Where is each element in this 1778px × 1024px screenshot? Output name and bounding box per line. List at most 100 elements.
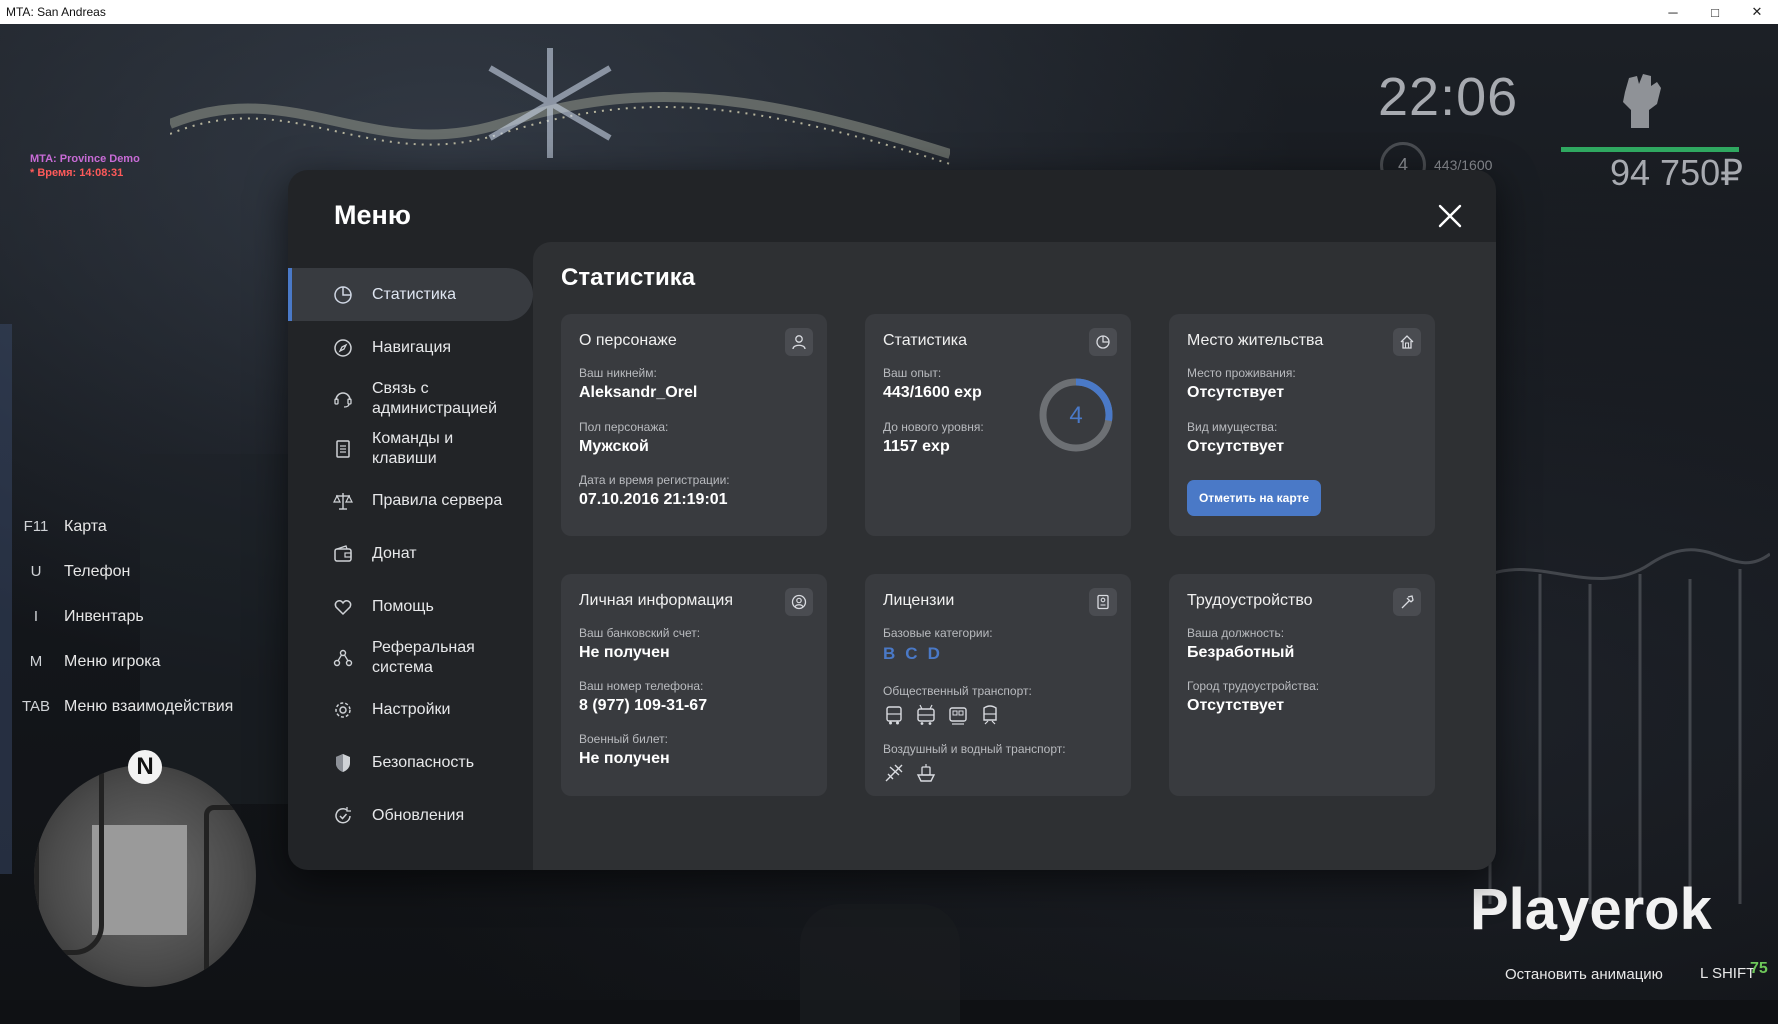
field-base-categories: Базовые категории: BCD — [883, 626, 993, 664]
card-character: О персонаже Ваш никнейм: Aleksandr_Orel … — [561, 314, 827, 536]
field-air-water-transport: Воздушный и водный транспорт: — [883, 742, 1066, 784]
keybind-list: F11 Карта U Телефон I Инвентарь M Меню игрока TA… — [16, 504, 233, 729]
mark-on-map-button[interactable]: Отметить на карте — [1187, 480, 1321, 516]
nav-item-2[interactable]: Навигация — [288, 321, 533, 374]
nav-item-label: Настройки — [372, 700, 451, 718]
headset-icon — [334, 392, 352, 408]
license-category-d: D — [927, 644, 940, 663]
radar-road — [34, 765, 104, 955]
license-categories: BCD — [883, 644, 993, 664]
card-title: Статистика — [883, 332, 968, 349]
keybind-key: I — [33, 608, 39, 625]
nav-item-6[interactable]: Донат — [288, 527, 533, 580]
nav-item-7[interactable]: Помощь — [288, 580, 533, 633]
keybind-key: M — [29, 653, 43, 670]
shield-icon — [336, 753, 350, 772]
field-nickname: Ваш никнейм: Aleksandr_Orel — [579, 366, 697, 402]
nav-item-10[interactable]: Безопасность — [288, 736, 533, 789]
scales-icon — [333, 492, 353, 510]
nav-item-11[interactable]: Обновления — [288, 789, 533, 842]
field-value: Не получен — [579, 644, 670, 661]
bus-icon — [886, 706, 902, 725]
menu-title: Меню — [334, 200, 411, 230]
wallet-icon — [334, 544, 352, 562]
field-value: Отсутствует — [1187, 697, 1285, 714]
field-label: Общественный транспорт: — [883, 684, 1032, 698]
keybind-row: F11 Карта — [16, 504, 233, 549]
field-label: Место проживания: — [1187, 366, 1296, 380]
server-time: * Время: 14:08:31 — [30, 167, 124, 179]
airplane-icon — [885, 764, 903, 782]
user-circle-icon — [785, 588, 813, 616]
pie-chart-icon — [334, 285, 352, 304]
tram-icon — [949, 707, 967, 725]
home-icon — [1393, 328, 1421, 356]
compass-icon — [334, 338, 352, 357]
field-place: Место проживания: Отсутствует — [1187, 366, 1296, 402]
pie-chart-icon — [1089, 328, 1117, 356]
field-value: 443/1600 exp — [883, 384, 982, 401]
field-value: 1157 exp — [883, 438, 950, 455]
server-info: MTA: Province Demo * Время: 14:08:31 — [30, 152, 140, 180]
field-label: Ваш никнейм: — [579, 366, 657, 380]
minimize-button[interactable]: ─ — [1652, 0, 1694, 24]
ship-icon — [916, 764, 936, 782]
nav-item-label: Статистика — [372, 285, 457, 303]
gear-icon — [335, 701, 351, 718]
field-value: 07.10.2016 21:19:01 — [579, 491, 728, 508]
nav-item-label: Донат — [372, 544, 417, 562]
nav-item-label: Реферальная система — [372, 639, 475, 676]
heart-hand-icon — [334, 599, 352, 615]
license-card-icon — [1089, 588, 1117, 616]
field-label: Ваш опыт: — [883, 366, 942, 380]
card-title: Личная информация — [579, 592, 734, 609]
keybind-row: M Меню игрока — [16, 639, 233, 684]
field-military: Военный билет: Не получен — [579, 732, 670, 768]
field-label: Воздушный и водный транспорт: — [883, 742, 1066, 756]
nav-item-label: Навигация — [372, 338, 452, 356]
field-value: Отсутствует — [1187, 384, 1285, 401]
nav-item-4[interactable]: Команды и клавиши — [288, 424, 533, 474]
keybind-row: U Телефон — [16, 549, 233, 594]
field-label: Город трудоустройства: — [1187, 679, 1320, 693]
card-title: Лицензии — [883, 592, 955, 609]
window-titlebar: MTA: San Andreas ─ □ ✕ — [0, 0, 1778, 25]
maximize-button[interactable]: □ — [1694, 0, 1736, 24]
stop-animation-hint: Остановить анимацию — [1505, 966, 1663, 983]
field-value: Aleksandr_Orel — [579, 384, 698, 401]
public-transport-icons — [883, 704, 1032, 726]
nav-item-label: Связь с администрацией — [372, 380, 498, 417]
license-category-c: C — [905, 644, 918, 663]
card-title: Место жительства — [1187, 332, 1324, 349]
hud-money: 94 750₽ — [1610, 152, 1744, 193]
card-title: Трудоустройство — [1187, 592, 1313, 609]
nav-item-9[interactable]: Настройки — [288, 683, 533, 736]
hud-clock: 22:06 — [1378, 67, 1519, 127]
field-value: 8 (977) 109-31-67 — [579, 697, 708, 714]
keybind-label: Меню взаимодействия — [64, 697, 234, 715]
nav-item-8[interactable]: Реферальная система — [288, 633, 533, 683]
nav-item-label: Обновления — [372, 806, 465, 824]
radar-minimap — [34, 765, 256, 987]
field-label: Базовые категории: — [883, 626, 993, 640]
scene-edge-glow — [0, 324, 12, 874]
field-label: Дата и время регистрации: — [579, 473, 730, 487]
nav-item-1[interactable]: Статистика — [288, 268, 533, 321]
menu-nav: Статистика Навигация Связь с администрацие… — [288, 268, 533, 842]
field-registration: Дата и время регистрации: 07.10.2016 21:… — [579, 473, 730, 509]
nav-item-5[interactable]: Правила сервера — [288, 474, 533, 527]
close-icon[interactable] — [1436, 202, 1464, 230]
window-title: MTA: San Andreas — [6, 5, 106, 19]
nav-item-label: Команды и клавиши — [372, 430, 454, 467]
field-bank: Ваш банковский счет: Не получен — [579, 626, 700, 662]
content-area: Статистика О персонаже Ваш никнейм: Alek… — [533, 242, 1496, 870]
field-public-transport: Общественный транспорт: — [883, 684, 1032, 726]
field-work-city: Город трудоустройства: Отсутствует — [1187, 679, 1319, 715]
radar-road — [204, 805, 256, 985]
field-gender: Пол персонажа: Мужской — [579, 420, 668, 456]
window-close-button[interactable]: ✕ — [1736, 0, 1778, 24]
nav-item-3[interactable]: Связь с администрацией — [288, 374, 533, 424]
field-label: Ваш номер телефона: — [579, 679, 704, 693]
referral-icon — [333, 649, 353, 667]
radar-north-marker: N — [128, 750, 162, 784]
